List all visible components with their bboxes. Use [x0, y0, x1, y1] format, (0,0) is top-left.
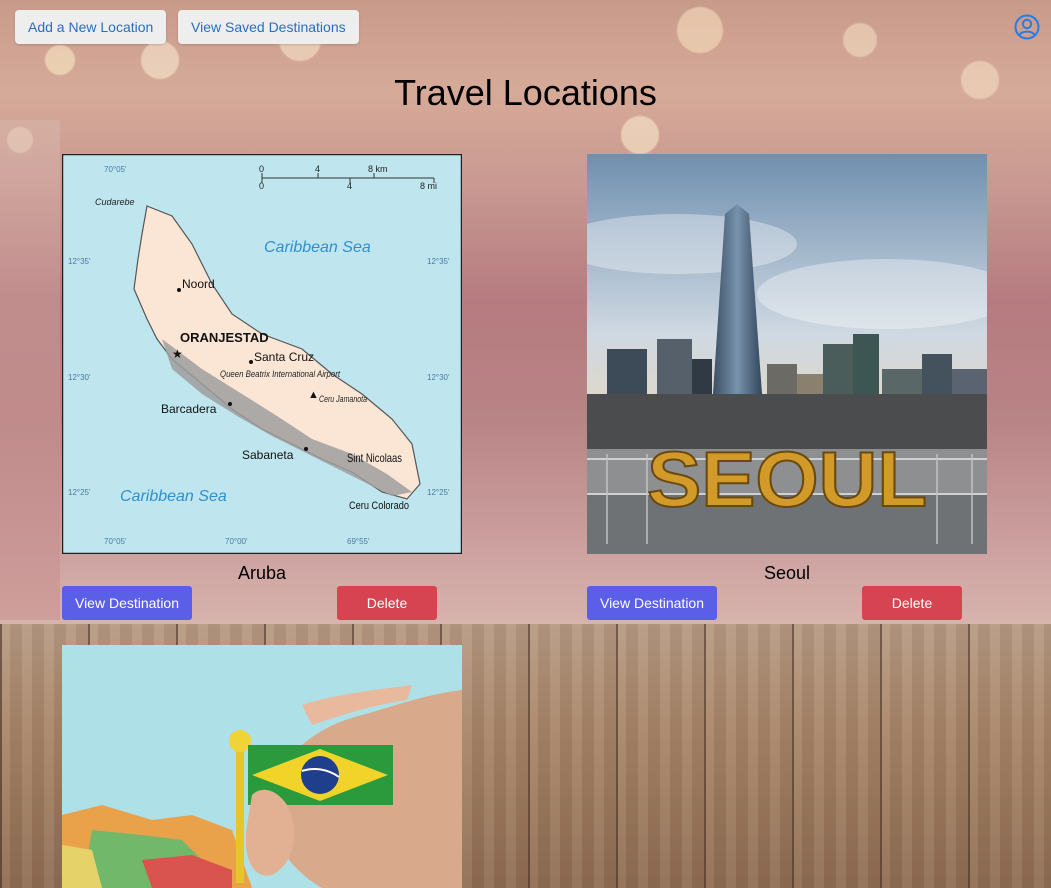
caribbean-sea-label-bottom: Caribbean Sea: [120, 488, 227, 505]
page-title: Travel Locations: [394, 72, 657, 113]
ceru-jamanota-label: Ceru Jamanota: [319, 394, 367, 404]
aruba-map-image[interactable]: 0 4 8 km 0 4 8 mi 70°05' 70°05' 70°00' 6…: [62, 154, 462, 554]
airport-label: Queen Beatrix International Airport: [220, 369, 340, 379]
oranjestad-label: ORANJESTAD: [180, 330, 269, 345]
scale-km-label: 8 km: [368, 164, 388, 174]
noord-label: Noord: [182, 277, 215, 291]
lat-bottom-left: 12°25': [68, 488, 91, 497]
scale-four-km: 4: [315, 164, 320, 174]
delete-button-seoul[interactable]: Delete: [862, 586, 962, 620]
brazil-flag-map-image[interactable]: [62, 645, 462, 888]
svg-text:▲: ▲: [308, 389, 319, 401]
lat-mid-left: 12°30': [68, 373, 91, 382]
lon-mid-bottom: 70°00': [225, 537, 248, 546]
ceru-colorado-label: Ceru Colorado: [349, 500, 409, 512]
saved-destinations-button[interactable]: View Saved Destinations: [178, 10, 359, 44]
lat-bottom-right: 12°25': [427, 488, 450, 497]
lon-right-bottom: 69°55': [347, 537, 370, 546]
seoul-skyline-image[interactable]: SEOUL: [587, 154, 987, 554]
delete-button-aruba[interactable]: Delete: [337, 586, 437, 620]
cudarebe-label: Cudarebe: [95, 197, 135, 207]
lat-mid-right: 12°30': [427, 373, 450, 382]
lat-top-left: 12°35': [68, 257, 91, 266]
lon-left-bottom: 70°05': [104, 537, 127, 546]
scale-zero-mi: 0: [259, 181, 264, 191]
page-background: Add a New Location View Saved Destinatio…: [0, 0, 1051, 888]
scale-mi-label: 8 mi: [420, 181, 437, 191]
seoul-sign-text: SEOUL: [647, 435, 927, 523]
view-destination-button-aruba[interactable]: View Destination: [62, 586, 192, 620]
lon-left-top: 70°05': [104, 165, 127, 174]
lat-top-right: 12°35': [427, 257, 450, 266]
scale-four-mi: 4: [347, 181, 352, 191]
location-name-seoul: Seoul: [763, 563, 811, 583]
user-circle-icon[interactable]: [1014, 14, 1040, 40]
background-blur: [0, 120, 60, 620]
sint-nicolaas-label: Sint Nicolaas: [347, 451, 402, 465]
view-destination-button-seoul[interactable]: View Destination: [587, 586, 717, 620]
add-location-button[interactable]: Add a New Location: [15, 10, 167, 44]
caribbean-sea-label-top: Caribbean Sea: [264, 239, 371, 256]
sabaneta-label: Sabaneta: [242, 448, 294, 462]
svg-text:★: ★: [172, 347, 183, 361]
santa-cruz-label: Santa Cruz: [254, 350, 314, 364]
barcadera-label: Barcadera: [161, 402, 217, 416]
location-name-aruba: Aruba: [237, 563, 287, 583]
scale-zero-km: 0: [259, 164, 264, 174]
